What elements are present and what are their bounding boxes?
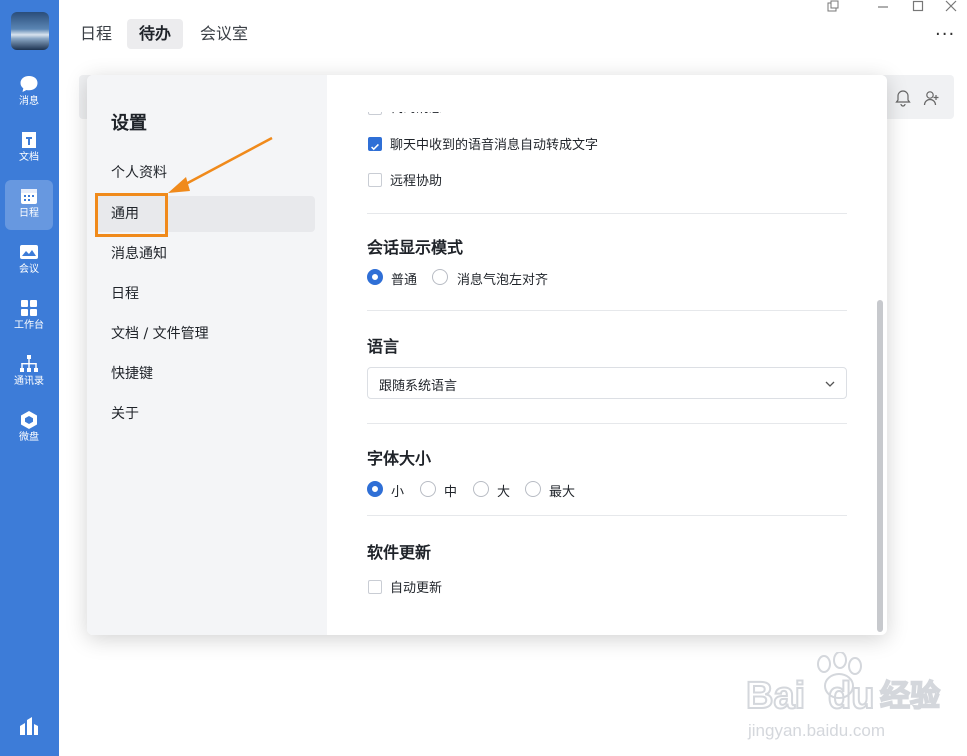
language-title: 语言 xyxy=(367,337,400,356)
font-size-xlarge-radio[interactable] xyxy=(525,481,541,497)
menu-item-schedule[interactable]: 日程 xyxy=(95,276,315,312)
menu-item-shortcuts[interactable]: 快捷键 xyxy=(95,356,315,392)
settings-content: 代码消息 聊天中收到的语音消息自动转成文字 远程协助 会话显示模式 普通 消息气… xyxy=(327,75,887,635)
font-size-medium-label: 中 xyxy=(444,485,458,500)
watermark-brand: Bai xyxy=(746,675,805,717)
tab-schedule[interactable]: 日程 xyxy=(68,19,124,49)
more-menu-button[interactable]: ··· xyxy=(935,24,955,45)
tab-todo[interactable]: 待办 xyxy=(127,19,184,49)
sidebar-item-label: 通讯录 xyxy=(14,376,44,387)
pin-window-icon[interactable] xyxy=(826,0,840,14)
cloud-drive-icon xyxy=(21,411,37,429)
watermark-url: jingyan.baidu.com xyxy=(747,721,885,740)
add-member-icon[interactable] xyxy=(923,89,941,107)
tab-meeting-room[interactable]: 会议室 xyxy=(188,19,260,49)
font-size-xlarge-label: 最大 xyxy=(549,485,576,500)
menu-item-notifications[interactable]: 消息通知 xyxy=(95,236,315,272)
sidebar-item-label: 日程 xyxy=(19,208,39,219)
sidebar-item-docs[interactable]: 文档 xyxy=(5,124,53,174)
calendar-icon xyxy=(21,189,37,204)
sidebar-item-meeting[interactable]: 会议 xyxy=(5,236,53,286)
display-mode-normal-label: 普通 xyxy=(391,273,418,288)
language-select[interactable]: 跟随系统语言 xyxy=(367,367,847,399)
sidebar-item-workbench[interactable]: 工作台 xyxy=(5,292,53,342)
font-size-medium-radio[interactable] xyxy=(420,481,436,497)
remote-assist-checkbox[interactable] xyxy=(368,173,382,187)
annotation-highlight-box xyxy=(95,193,168,237)
sidebar-item-drive[interactable]: 微盘 xyxy=(5,404,53,454)
font-size-title: 字体大小 xyxy=(367,449,432,468)
app-sidebar: 消息 文档 日程 会议 工作台 通讯录 微盘 xyxy=(0,0,59,756)
menu-item-about[interactable]: 关于 xyxy=(95,396,315,432)
sidebar-item-calendar[interactable]: 日程 xyxy=(5,180,53,230)
bell-icon[interactable] xyxy=(894,89,912,107)
font-size-small-radio[interactable] xyxy=(367,481,383,497)
auto-update-checkbox[interactable] xyxy=(368,580,382,594)
display-mode-bubble-label: 消息气泡左对齐 xyxy=(457,273,549,288)
voice-to-text-checkbox[interactable] xyxy=(368,137,382,151)
maximize-icon[interactable] xyxy=(911,0,925,14)
check-icon xyxy=(371,143,379,151)
sidebar-item-label: 微盘 xyxy=(19,432,39,443)
sidebar-item-label: 文档 xyxy=(19,152,39,163)
divider xyxy=(367,310,847,311)
font-size-large-radio[interactable] xyxy=(473,481,489,497)
chat-bubble-icon xyxy=(20,76,38,92)
sidebar-item-label: 工作台 xyxy=(14,320,44,331)
software-update-title: 软件更新 xyxy=(367,543,432,562)
annotation-arrow xyxy=(168,136,273,193)
font-size-large-label: 大 xyxy=(497,485,511,500)
display-mode-bubble-radio[interactable] xyxy=(432,269,448,285)
close-window-icon[interactable] xyxy=(944,0,958,14)
sidebar-item-label: 会议 xyxy=(19,264,39,275)
divider xyxy=(367,515,847,516)
chevron-down-icon xyxy=(825,381,835,387)
language-select-value: 跟随系统语言 xyxy=(379,379,458,394)
document-icon xyxy=(22,132,36,148)
avatar[interactable] xyxy=(11,12,49,50)
divider xyxy=(367,213,847,214)
voice-to-text-label: 聊天中收到的语音消息自动转成文字 xyxy=(390,138,599,153)
divider xyxy=(367,423,847,424)
menu-item-files[interactable]: 文档 / 文件管理 xyxy=(95,316,315,352)
meeting-icon xyxy=(20,245,38,259)
auto-update-label: 自动更新 xyxy=(390,581,443,596)
sidebar-item-label: 消息 xyxy=(19,96,39,107)
sidebar-item-contacts[interactable]: 通讯录 xyxy=(5,348,53,398)
watermark-brand-2: du xyxy=(828,675,874,717)
grid-icon xyxy=(21,300,37,316)
watermark-cn: 经验 xyxy=(880,679,940,714)
sidebar-item-messages[interactable]: 消息 xyxy=(5,68,53,118)
display-mode-title: 会话显示模式 xyxy=(367,238,464,257)
app-logo-icon[interactable] xyxy=(18,715,40,737)
minimize-icon[interactable] xyxy=(876,0,890,14)
scroll-mask xyxy=(327,75,887,112)
settings-scrollbar[interactable] xyxy=(877,300,883,632)
settings-title: 设置 xyxy=(111,113,147,134)
display-mode-normal-radio[interactable] xyxy=(367,269,383,285)
org-chart-icon xyxy=(20,355,38,372)
baidu-jingyan-watermark: Bai du 经验 jingyan.baidu.com xyxy=(745,652,941,740)
font-size-small-label: 小 xyxy=(391,485,405,500)
remote-assist-label: 远程协助 xyxy=(390,174,443,189)
